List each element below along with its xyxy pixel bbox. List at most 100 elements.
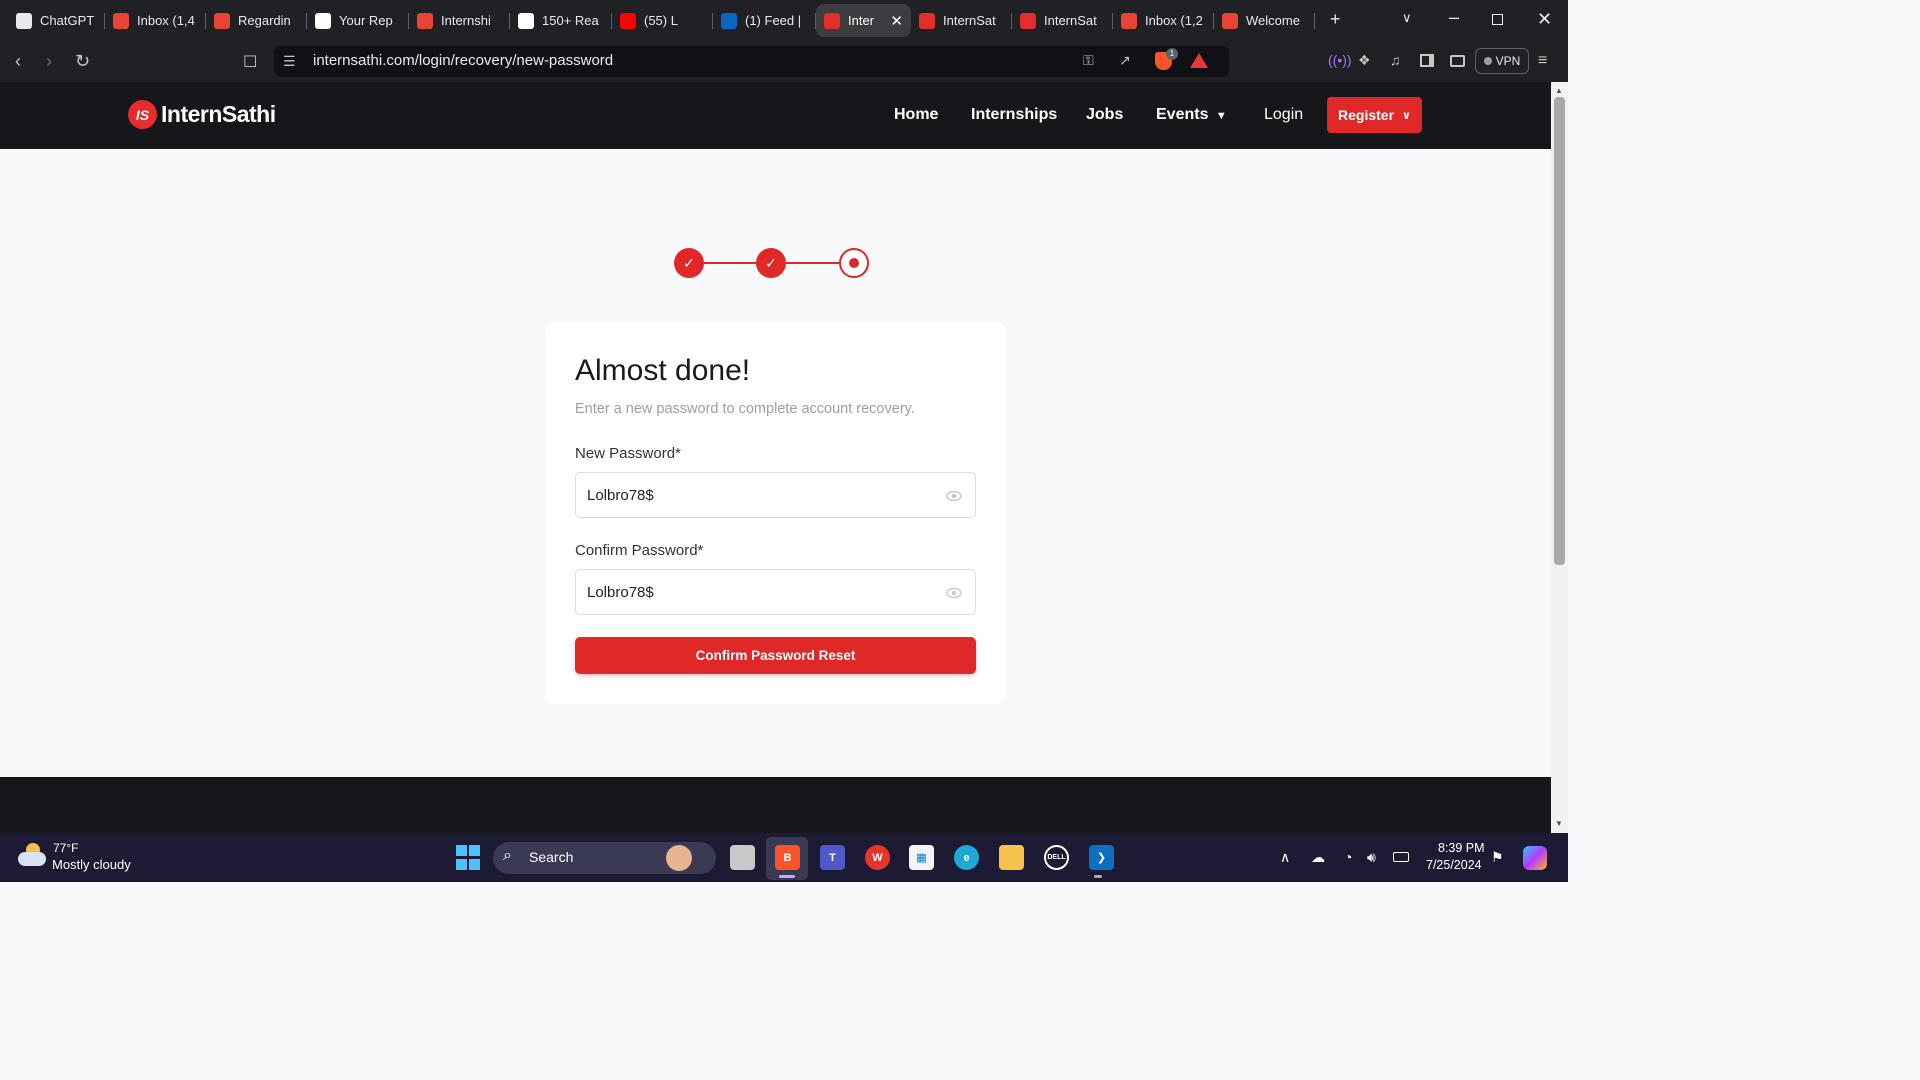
card-subtitle: Enter a new password to complete account…	[575, 401, 915, 417]
browser-tab[interactable]: InternSat	[1012, 4, 1113, 37]
weather-temperature[interactable]: 77°F	[53, 841, 78, 855]
weather-description[interactable]: Mostly cloudy	[52, 857, 131, 872]
browser-tab[interactable]: (1) Feed |	[713, 4, 816, 37]
new-password-value[interactable]: Lolbro78$	[587, 487, 654, 504]
browser-tab[interactable]: 150+ Rea	[510, 4, 612, 37]
search-highlight-icon	[666, 845, 692, 871]
share-icon[interactable]: ↗	[1119, 52, 1131, 69]
wallet-icon[interactable]	[1450, 55, 1465, 67]
step-2-complete: ✓	[756, 248, 786, 278]
file-explorer-icon[interactable]	[999, 845, 1024, 870]
checkmark-icon: ✓	[765, 254, 777, 271]
confirm-password-label: Confirm Password*	[575, 542, 704, 559]
vpn-button[interactable]: VPN	[1475, 48, 1529, 74]
current-step-dot	[849, 258, 859, 268]
clock-time[interactable]: 8:39 PM	[1438, 841, 1485, 855]
windows-start-icon[interactable]	[455, 845, 480, 870]
search-icon: ⌕	[503, 847, 512, 864]
screen: ChatGPT Inbox (1,4 Regardin Your Rep Interns…	[0, 0, 1568, 882]
scroll-up-icon[interactable]: ▲	[1555, 86, 1563, 95]
brave-rewards-icon[interactable]	[1190, 53, 1208, 68]
site-settings-icon[interactable]: ☰	[283, 53, 296, 70]
media-icon[interactable]: ♫	[1390, 52, 1401, 68]
tab-title: Inbox (1,2	[1145, 13, 1203, 28]
nav-home[interactable]: Home	[894, 106, 938, 124]
brave-browser-icon[interactable]: B	[775, 845, 800, 870]
minimize-icon[interactable]: –	[1449, 7, 1459, 28]
microsoft-store-icon[interactable]: ▦	[909, 845, 934, 870]
scrollbar-thumb[interactable]	[1554, 97, 1565, 565]
restore-icon[interactable]	[1492, 14, 1503, 25]
menu-icon[interactable]: ≡	[1538, 52, 1547, 70]
register-label: Register	[1338, 107, 1395, 123]
task-view-icon[interactable]	[730, 845, 755, 870]
tab-search-chevron-icon[interactable]: ∨	[1402, 10, 1412, 26]
browser-tab[interactable]: (55) L	[612, 4, 713, 37]
clock-date[interactable]: 7/25/2024	[1426, 858, 1482, 872]
password-key-icon[interactable]: ⚿	[1083, 52, 1094, 69]
tab-title: Inter	[848, 13, 875, 28]
show-hidden-icons-chevron-icon[interactable]: ∧	[1280, 849, 1290, 866]
forward-icon[interactable]: ›	[46, 51, 52, 72]
tab-title: InternSat	[1044, 13, 1097, 28]
new-tab-icon[interactable]: +	[1330, 9, 1341, 30]
register-button[interactable]: Register ∨	[1327, 97, 1422, 133]
nav-jobs[interactable]: Jobs	[1086, 106, 1123, 124]
vpn-label: VPN	[1495, 54, 1521, 68]
nav-login[interactable]: Login	[1264, 106, 1303, 124]
reload-icon[interactable]: ↻	[75, 51, 90, 72]
wifi-icon[interactable]: ◔	[1344, 849, 1352, 865]
battery-icon[interactable]	[1393, 852, 1409, 862]
browser-tab[interactable]: Regardin	[206, 4, 307, 37]
browser-tab-strip: ChatGPT Inbox (1,4 Regardin Your Rep Interns…	[0, 0, 1568, 41]
nav-internships[interactable]: Internships	[971, 106, 1057, 124]
tab-title: Welcome	[1246, 13, 1300, 28]
brand-name: InternSathi	[161, 101, 276, 127]
browser-tab[interactable]: Your Rep	[307, 4, 409, 37]
site-logo[interactable]: IS InternSathi	[128, 100, 276, 129]
browser-tab[interactable]: Internshi	[409, 4, 510, 37]
close-window-icon[interactable]: ✕	[1537, 9, 1552, 30]
tab-title: (1) Feed |	[745, 13, 802, 28]
bookmark-icon[interactable]: ☐	[243, 52, 257, 72]
back-icon[interactable]: ‹	[15, 51, 21, 72]
internsathi-icon	[919, 12, 935, 29]
step-3-current	[839, 248, 869, 278]
browser-tab[interactable]: Welcome	[1214, 4, 1315, 37]
browser-tab[interactable]: Inbox (1,2	[1113, 4, 1214, 37]
wps-office-icon[interactable]: W	[865, 845, 890, 870]
checkmark-icon: ✓	[683, 254, 695, 271]
notification-bell-icon[interactable]: ⚑	[1491, 849, 1504, 866]
confirm-password-reset-button[interactable]: Confirm Password Reset	[575, 637, 976, 674]
browser-tab[interactable]: ChatGPT	[8, 4, 105, 37]
confirm-password-value[interactable]: Lolbro78$	[587, 584, 654, 601]
taskbar-search-label[interactable]: Search	[529, 849, 573, 865]
teams-icon[interactable]: T	[820, 845, 845, 870]
browser-tab[interactable]: Inter ✕	[816, 4, 911, 37]
vscode-icon[interactable]: ❯	[1089, 845, 1114, 870]
sidebar-icon[interactable]	[1420, 54, 1434, 67]
close-tab-icon[interactable]: ✕	[890, 12, 903, 30]
show-confirm-password-eye-icon[interactable]	[946, 585, 962, 601]
browser-tab[interactable]: InternSat	[911, 4, 1012, 37]
nav-events[interactable]: Events ▼	[1156, 106, 1227, 124]
dell-icon[interactable]: DELL	[1044, 845, 1069, 870]
scroll-down-icon[interactable]: ▼	[1555, 819, 1563, 828]
linkedin-icon	[721, 12, 737, 29]
active-app-indicator	[779, 875, 795, 878]
wallet-signal-icon[interactable]: ((•))	[1328, 52, 1352, 68]
tab-title: 150+ Rea	[542, 13, 599, 28]
extensions-icon[interactable]: ❖	[1358, 52, 1371, 69]
browser-tab[interactable]: Inbox (1,4	[105, 4, 206, 37]
tab-title: Regardin	[238, 13, 291, 28]
url-text[interactable]: internsathi.com/login/recovery/new-passw…	[313, 52, 613, 69]
github-icon	[315, 12, 331, 29]
volume-icon[interactable]: 🔊︎	[1367, 849, 1376, 866]
weather-cloud-icon[interactable]	[18, 843, 46, 869]
internsathi-icon	[1020, 12, 1036, 29]
show-password-eye-icon[interactable]	[946, 488, 962, 504]
onedrive-cloud-icon[interactable]: ☁	[1311, 849, 1325, 866]
edge-icon[interactable]: e	[954, 845, 979, 870]
copilot-icon[interactable]	[1523, 846, 1547, 870]
shield-count-badge: 1	[1166, 48, 1178, 60]
